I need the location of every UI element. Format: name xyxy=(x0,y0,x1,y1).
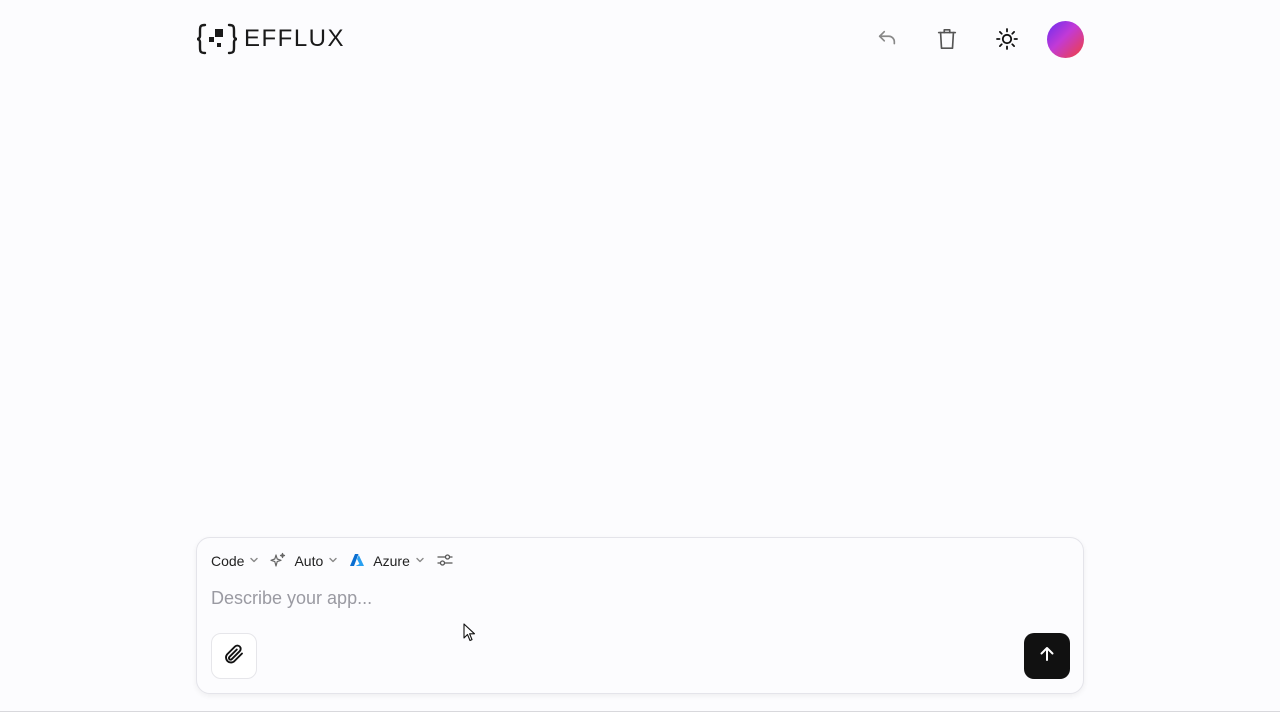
model-label: Auto xyxy=(294,553,324,569)
chevron-down-icon xyxy=(248,553,260,569)
model-dropdown[interactable]: Auto xyxy=(270,552,339,571)
chevron-down-icon xyxy=(327,553,339,569)
provider-dropdown[interactable]: Azure xyxy=(349,552,426,571)
send-button[interactable] xyxy=(1024,633,1070,679)
sparkles-icon xyxy=(270,552,286,571)
top-bar: EFFLUX xyxy=(196,18,1084,60)
mouse-cursor-icon xyxy=(463,623,477,648)
brand-name: EFFLUX xyxy=(244,25,346,52)
trash-icon xyxy=(936,27,958,51)
paperclip-icon xyxy=(222,642,246,671)
prompt-input[interactable] xyxy=(211,586,1051,610)
sliders-icon xyxy=(436,552,454,571)
arrow-up-icon xyxy=(1037,644,1057,669)
composer-toolbar: Code Auto Azure xyxy=(211,552,464,570)
attach-button[interactable] xyxy=(211,633,257,679)
brand[interactable]: EFFLUX xyxy=(196,23,345,55)
mode-label: Code xyxy=(211,553,245,569)
brand-logo-icon xyxy=(196,23,238,55)
mode-dropdown[interactable]: Code xyxy=(211,553,260,569)
sun-icon xyxy=(995,27,1019,51)
provider-label: Azure xyxy=(373,553,410,569)
undo-icon xyxy=(876,28,898,50)
app-page: EFFLUX Code Auto Azure Describe your app… xyxy=(0,0,1280,712)
undo-button[interactable] xyxy=(869,21,905,57)
chevron-down-icon xyxy=(414,553,426,569)
header-actions xyxy=(845,20,1084,58)
prompt-composer: Code Auto Azure Describe your app... xyxy=(196,537,1084,694)
azure-icon xyxy=(349,552,365,571)
avatar[interactable] xyxy=(1047,20,1084,58)
delete-button[interactable] xyxy=(929,21,965,57)
settings-button[interactable] xyxy=(436,552,454,571)
theme-toggle-button[interactable] xyxy=(989,21,1025,57)
